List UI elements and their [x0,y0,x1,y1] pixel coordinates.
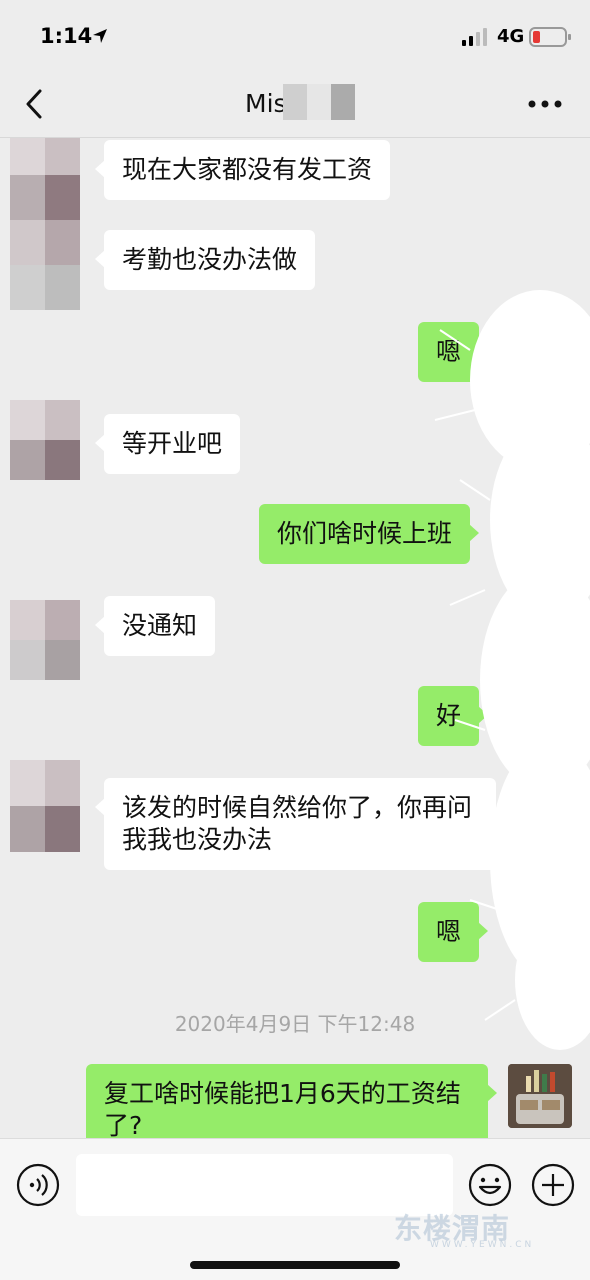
self-avatar-image [508,1064,572,1128]
chat-title: Mis [245,89,287,118]
message-incoming[interactable]: 考勤也没办法做 [94,230,316,290]
network-label: 4G [497,26,525,47]
voice-icon[interactable] [16,1163,60,1207]
chat-header: Mis [0,70,590,138]
chat-input-bar: 东楼渭南 WWW.YEWN.CN [0,1138,590,1280]
site-watermark-url: WWW.YEWN.CN [430,1240,535,1250]
emoji-icon[interactable] [468,1163,512,1207]
contact-avatar[interactable] [10,400,80,480]
message-outgoing[interactable]: 复工啥时候能把1月6天的工资结了? [86,1064,497,1138]
chevron-left-icon[interactable] [22,88,46,120]
signal-bars-icon [462,28,487,46]
contact-avatar[interactable] [10,600,80,680]
message-outgoing[interactable]: 好 [418,686,489,746]
title-redaction-mosaic [283,84,355,120]
message-outgoing[interactable]: 嗯 [418,902,489,962]
message-incoming[interactable]: 现在大家都没有发工资 [94,140,391,200]
location-arrow-icon [93,29,107,43]
status-bar: 1:14 4G [0,0,590,70]
battery-low-icon [529,27,571,47]
message-incoming[interactable]: 该发的时候自然给你了，你再问我我也没办法 [95,778,496,870]
plus-icon[interactable] [531,1163,575,1207]
self-avatar[interactable] [508,1064,572,1128]
message-list[interactable]: 现在大家都没有发工资 考勤也没办法做 嗯 等开业吧 你们啥时候上班 没通知 好 … [0,138,590,1138]
message-incoming[interactable]: 没通知 [94,596,216,656]
contact-avatar[interactable] [10,760,80,852]
home-indicator[interactable] [190,1261,400,1269]
message-incoming[interactable]: 等开业吧 [94,414,241,474]
contact-avatar[interactable] [10,138,80,310]
message-outgoing[interactable]: 嗯 [418,322,489,382]
status-time: 1:14 [40,24,93,48]
message-timestamp: 2020年4月9日 下午12:48 [174,1012,416,1036]
message-outgoing[interactable]: 你们啥时候上班 [259,504,480,564]
more-dots-icon[interactable] [528,96,562,112]
